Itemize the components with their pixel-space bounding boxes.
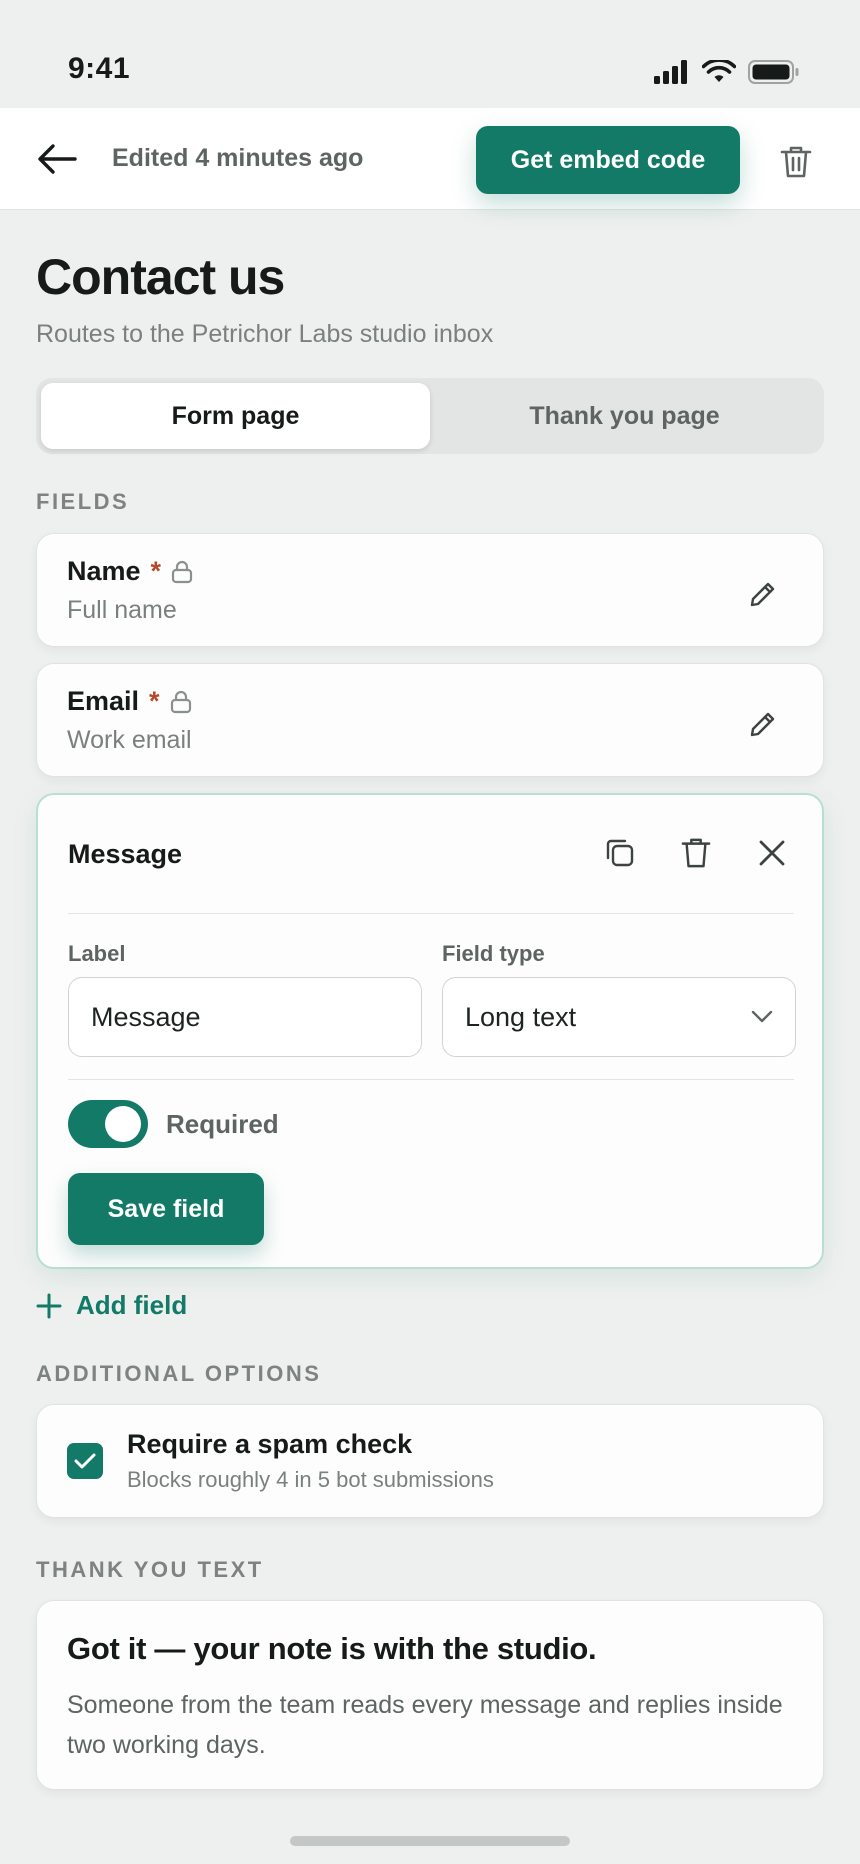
plus-icon bbox=[36, 1293, 62, 1318]
add-field-button[interactable]: Add field bbox=[36, 1290, 187, 1321]
field-name: Name bbox=[67, 556, 141, 586]
options-section-label: ADDITIONAL OPTIONS bbox=[36, 1361, 322, 1386]
edited-timestamp: Edited 4 minutes ago bbox=[112, 144, 364, 172]
duplicate-field-button[interactable] bbox=[590, 823, 650, 883]
back-button[interactable] bbox=[30, 134, 84, 184]
pencil-icon bbox=[750, 582, 775, 607]
delete-field-button[interactable] bbox=[666, 823, 726, 883]
edit-field-button[interactable] bbox=[743, 574, 783, 614]
page-tabs: Form page Thank you page bbox=[36, 378, 824, 454]
editor-title: Message bbox=[68, 839, 183, 869]
edit-field-button[interactable] bbox=[743, 704, 783, 744]
field-description: Full name bbox=[67, 596, 177, 624]
close-icon bbox=[759, 840, 785, 866]
status-icons bbox=[654, 60, 800, 84]
home-indicator bbox=[290, 1836, 570, 1846]
field-editor-message: Message Label Field type Long text bbox=[36, 793, 824, 1269]
toggle-knob bbox=[105, 1106, 141, 1142]
thank-you-text-card[interactable]: Got it — your note is with the studio. S… bbox=[36, 1600, 824, 1790]
spam-check-checkbox[interactable] bbox=[67, 1443, 103, 1479]
status-time: 9:41 bbox=[68, 52, 131, 85]
battery-icon bbox=[748, 60, 799, 84]
field-title: Email * bbox=[67, 686, 192, 717]
copy-icon bbox=[606, 839, 634, 867]
editor-actions bbox=[590, 823, 802, 883]
field-description: Work email bbox=[67, 726, 192, 754]
close-editor-button[interactable] bbox=[742, 823, 802, 883]
trash-icon bbox=[780, 146, 812, 178]
add-field-label: Add field bbox=[76, 1290, 188, 1320]
field-type-value: Long text bbox=[465, 1001, 577, 1032]
field-type-caption: Field type bbox=[442, 941, 545, 966]
cellular-signal-icon bbox=[654, 60, 687, 84]
field-name: Email bbox=[67, 686, 140, 716]
divider bbox=[68, 1079, 794, 1080]
required-label: Required bbox=[166, 1109, 279, 1139]
delete-form-button[interactable] bbox=[772, 138, 820, 186]
required-mark: * bbox=[149, 686, 160, 716]
field-card-email[interactable]: Email * Work email bbox=[36, 663, 824, 777]
thank-you-section-label: THANK YOU TEXT bbox=[36, 1557, 264, 1582]
tab-form-page[interactable]: Form page bbox=[41, 383, 430, 449]
required-mark: * bbox=[150, 556, 162, 586]
field-title: Name * bbox=[67, 556, 193, 587]
get-embed-code-button[interactable]: Get embed code bbox=[476, 126, 740, 194]
label-caption: Label bbox=[68, 941, 126, 966]
lock-icon bbox=[170, 690, 191, 713]
spam-check-title: Require a spam check bbox=[127, 1429, 413, 1459]
label-input[interactable] bbox=[68, 977, 422, 1057]
page-title: Contact us bbox=[36, 249, 285, 305]
spam-check-description: Blocks roughly 4 in 5 bot submissions bbox=[127, 1467, 494, 1492]
thank-you-heading: Got it — your note is with the studio. bbox=[67, 1631, 597, 1666]
chevron-down-icon bbox=[751, 1010, 773, 1023]
checkmark-icon bbox=[74, 1453, 96, 1469]
page-subtitle: Routes to the Petrichor Labs studio inbo… bbox=[36, 320, 494, 348]
divider bbox=[68, 913, 794, 914]
status-bar: 9:41 bbox=[0, 0, 860, 108]
save-field-button[interactable]: Save field bbox=[68, 1173, 264, 1245]
field-type-select[interactable]: Long text bbox=[442, 977, 796, 1057]
thank-you-body: Someone from the team reads every messag… bbox=[67, 1691, 783, 1759]
required-toggle[interactable] bbox=[68, 1100, 148, 1148]
wifi-icon bbox=[702, 60, 736, 82]
pencil-icon bbox=[750, 712, 775, 737]
fields-section-label: FIELDS bbox=[36, 489, 130, 514]
field-card-name[interactable]: Name * Full name bbox=[36, 533, 824, 647]
tab-thank-you-page[interactable]: Thank you page bbox=[430, 383, 819, 449]
lock-icon bbox=[171, 560, 193, 583]
arrow-left-icon bbox=[38, 144, 77, 174]
top-bar: Edited 4 minutes ago Get embed code bbox=[0, 108, 860, 210]
spam-check-option[interactable]: Require a spam check Blocks roughly 4 in… bbox=[36, 1404, 824, 1518]
trash-icon bbox=[681, 838, 711, 868]
